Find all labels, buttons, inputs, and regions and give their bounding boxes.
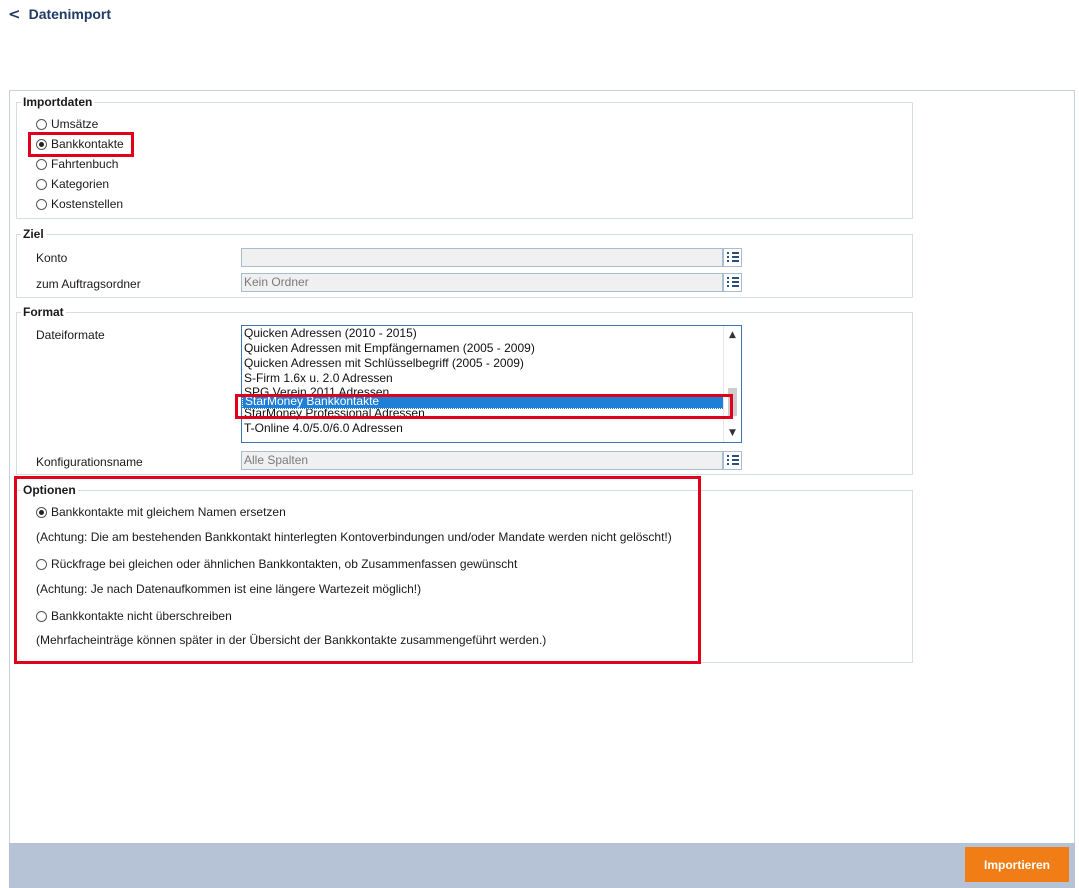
radio-icon[interactable]	[36, 198, 47, 210]
import-button[interactable]: Importieren	[965, 847, 1069, 882]
list-item[interactable]: Quicken Adressen mit Empfängernamen (200…	[242, 341, 724, 356]
radio-icon[interactable]	[36, 158, 47, 170]
radio-label: Fahrtenbuch	[51, 157, 119, 171]
dateiformate-listbox[interactable]: Quicken Adressen (2010 - 2015) Quicken A…	[241, 325, 742, 443]
optionen-legend: Optionen	[21, 483, 78, 497]
radio-fahrtenbuch[interactable]: Fahrtenbuch	[36, 157, 118, 171]
radio-nicht-ueberschreiben[interactable]: Bankkontakte nicht überschreiben	[36, 609, 232, 623]
option-note: (Achtung: Die am bestehenden Bankkontakt…	[36, 530, 672, 544]
list-icon[interactable]	[723, 248, 742, 267]
list-item[interactable]: S-Firm 1.6x u. 2.0 Adressen	[242, 371, 724, 386]
importdaten-group: Importdaten	[16, 95, 913, 219]
radio-kostenstellen[interactable]: Kostenstellen	[36, 197, 123, 211]
scroll-thumb[interactable]	[728, 388, 737, 416]
radio-icon[interactable]	[36, 558, 47, 570]
konto-field[interactable]	[241, 248, 723, 267]
radio-umsaetze[interactable]: Umsätze	[36, 117, 98, 131]
list-item-selected[interactable]: StarMoney Bankkontakte	[242, 394, 724, 409]
radio-label: Bankkontakte mit gleichem Namen ersetzen	[51, 505, 286, 519]
dateiformate-label: Dateiformate	[36, 328, 105, 342]
konfig-field[interactable]: Alle Spalten	[241, 451, 723, 470]
chevron-down-icon[interactable]: ▼	[724, 426, 741, 440]
radio-label: Bankkontakte nicht überschreiben	[51, 609, 232, 623]
konto-label: Konto	[36, 251, 68, 265]
list-item[interactable]: T-Online 4.0/5.0/6.0 Adressen	[242, 421, 724, 436]
radio-ersetzen[interactable]: Bankkontakte mit gleichem Namen ersetzen	[36, 505, 286, 519]
page-title: Datenimport	[28, 6, 112, 22]
ordner-field[interactable]: Kein Ordner	[241, 273, 723, 292]
radio-label: Bankkontakte	[51, 137, 124, 151]
list-item[interactable]: SPG Verein 2011 Adressen	[242, 386, 724, 394]
konfig-label: Konfigurationsname	[36, 455, 143, 469]
list-item[interactable]: StarMoney Professional Adressen	[242, 409, 724, 421]
footer-bar: Importieren	[9, 843, 1075, 888]
option-note: (Achtung: Je nach Datenaufkommen ist ein…	[36, 582, 422, 596]
option-note: (Mehrfacheinträge können später in der Ü…	[36, 633, 547, 647]
ziel-legend: Ziel	[21, 227, 46, 241]
radio-label: Umsätze	[51, 117, 99, 131]
list-item[interactable]: Quicken Adressen (2010 - 2015)	[242, 326, 724, 341]
radio-icon[interactable]	[36, 610, 47, 622]
back-link[interactable]: < Datenimport	[8, 6, 111, 22]
radio-icon[interactable]	[36, 178, 47, 190]
radio-checked-icon[interactable]	[36, 138, 47, 150]
importdaten-legend: Importdaten	[21, 95, 95, 109]
list-item[interactable]: Quicken Adressen mit Schlüsselbegriff (2…	[242, 356, 724, 371]
list-icon[interactable]	[723, 273, 742, 292]
radio-bankkontakte[interactable]: Bankkontakte	[36, 137, 124, 151]
radio-rueckfrage[interactable]: Rückfrage bei gleichen oder ähnlichen Ba…	[36, 557, 517, 571]
radio-icon[interactable]	[36, 118, 47, 130]
list-icon[interactable]	[723, 451, 742, 470]
format-legend: Format	[21, 305, 66, 319]
ordner-label: zum Auftragsordner	[36, 277, 141, 291]
radio-label: Rückfrage bei gleichen oder ähnlichen Ba…	[51, 557, 518, 571]
chevron-left-icon: <	[8, 5, 21, 23]
radio-kategorien[interactable]: Kategorien	[36, 177, 109, 191]
listbox-scrollbar[interactable]: ▲ ▼	[723, 326, 741, 442]
chevron-up-icon[interactable]: ▲	[724, 328, 741, 342]
radio-checked-icon[interactable]	[36, 506, 47, 518]
radio-label: Kostenstellen	[51, 197, 124, 211]
radio-label: Kategorien	[51, 177, 110, 191]
